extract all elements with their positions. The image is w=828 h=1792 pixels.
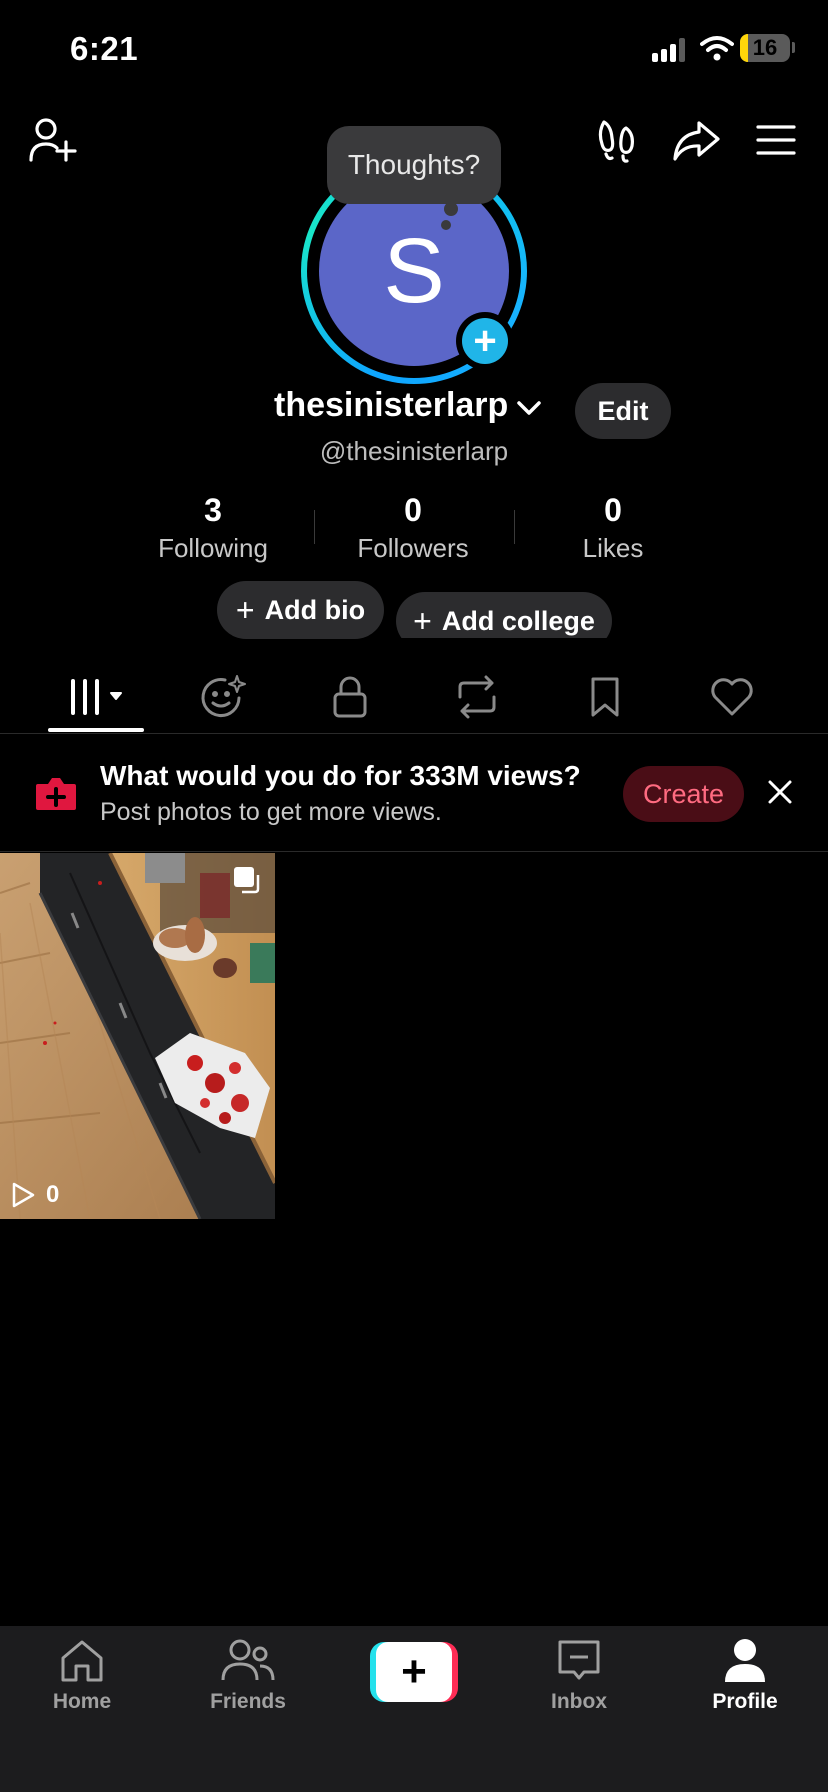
stat-divider bbox=[314, 510, 315, 544]
following-count: 3 bbox=[204, 492, 222, 528]
create-button[interactable]: Create bbox=[623, 766, 744, 822]
battery-icon: 16 bbox=[740, 34, 790, 62]
add-bio-button[interactable]: + Add bio bbox=[217, 581, 384, 639]
view-count-value: 0 bbox=[46, 1181, 60, 1208]
stat-divider bbox=[514, 510, 515, 544]
inbox-icon bbox=[558, 1640, 600, 1680]
nav-friends[interactable]: Friends bbox=[188, 1636, 308, 1714]
add-bio-label: Add bio bbox=[264, 594, 366, 625]
footprints-icon bbox=[598, 120, 634, 163]
share-button[interactable] bbox=[670, 116, 722, 166]
heart-icon bbox=[711, 678, 753, 716]
play-icon bbox=[12, 1182, 35, 1208]
promo-banner: What would you do for 333M views? Post p… bbox=[0, 734, 828, 852]
plus-icon: + bbox=[376, 1642, 452, 1702]
friends-icon bbox=[221, 1639, 275, 1681]
nav-inbox-label: Inbox bbox=[551, 1690, 607, 1713]
likes-count: 0 bbox=[604, 492, 622, 528]
battery-level: 16 bbox=[752, 35, 778, 60]
bookmark-icon bbox=[591, 677, 619, 717]
likes-label: Likes bbox=[582, 533, 644, 563]
video-thumbnail[interactable]: 0 bbox=[0, 853, 275, 1219]
edit-profile-button[interactable]: Edit bbox=[575, 383, 671, 439]
user-handle: @thesinisterlarp bbox=[319, 436, 509, 466]
stat-followers[interactable]: 0 Followers bbox=[323, 492, 503, 564]
videos-grid-icon bbox=[71, 679, 122, 715]
stat-likes[interactable]: 0 Likes bbox=[523, 492, 703, 564]
create-post-button[interactable]: + bbox=[370, 1642, 458, 1702]
plus-icon: + bbox=[462, 318, 508, 364]
add-friend-button[interactable] bbox=[26, 114, 80, 166]
person-plus-icon bbox=[29, 118, 77, 162]
username: thesinisterlarp bbox=[274, 386, 509, 424]
add-college-clip: + Add college bbox=[396, 592, 612, 638]
nav-home[interactable]: Home bbox=[22, 1636, 142, 1714]
following-label: Following bbox=[158, 533, 268, 563]
tab-private[interactable] bbox=[305, 660, 395, 734]
close-icon bbox=[768, 780, 792, 804]
hamburger-menu-icon bbox=[756, 125, 796, 155]
photo-mode-icon bbox=[234, 867, 260, 894]
add-story-button[interactable]: + bbox=[456, 312, 514, 370]
nav-inbox[interactable]: Inbox bbox=[519, 1636, 639, 1714]
share-icon bbox=[673, 121, 720, 161]
account-switcher[interactable]: thesinisterlarp bbox=[274, 386, 542, 425]
plus-icon: + bbox=[235, 591, 255, 628]
photo-plus-icon bbox=[36, 778, 76, 810]
followers-label: Followers bbox=[357, 533, 469, 563]
nav-home-label: Home bbox=[52, 1690, 112, 1713]
status-time: 6:21 bbox=[70, 30, 139, 67]
followers-count: 0 bbox=[404, 492, 422, 528]
close-banner-button[interactable] bbox=[766, 778, 794, 806]
active-tab-indicator bbox=[48, 728, 144, 732]
tab-videos[interactable] bbox=[50, 660, 150, 734]
tab-reposts[interactable] bbox=[432, 660, 522, 734]
add-college-label: Add college bbox=[441, 605, 595, 636]
sparkle-face-icon bbox=[201, 675, 246, 718]
tab-liked[interactable] bbox=[687, 660, 777, 734]
thoughts-tooltip[interactable]: Thoughts? bbox=[327, 126, 501, 204]
profile-tabs bbox=[0, 660, 828, 734]
nav-profile-label: Profile bbox=[712, 1690, 778, 1713]
lock-icon bbox=[333, 676, 367, 718]
video-thumbnail-image bbox=[0, 853, 275, 1219]
footprints-button[interactable] bbox=[594, 116, 640, 166]
tab-ai-self[interactable] bbox=[178, 660, 268, 734]
tooltip-tail bbox=[444, 202, 458, 216]
banner-subtitle: Post photos to get more views. bbox=[100, 798, 442, 826]
signal-icon bbox=[652, 38, 688, 62]
menu-button[interactable] bbox=[754, 120, 798, 160]
status-bar: 6:21 16 bbox=[0, 0, 828, 100]
plus-icon: + bbox=[413, 602, 432, 639]
add-college-button[interactable]: + Add college bbox=[396, 592, 612, 638]
repost-icon bbox=[458, 675, 496, 719]
profile-icon bbox=[725, 1639, 765, 1682]
banner-title: What would you do for 333M views? bbox=[100, 760, 581, 791]
wifi-icon bbox=[700, 36, 734, 61]
tab-saved[interactable] bbox=[560, 660, 650, 734]
tooltip-tail-small bbox=[441, 220, 451, 230]
chevron-down-icon bbox=[517, 400, 542, 415]
nav-friends-label: Friends bbox=[210, 1690, 286, 1713]
battery-nub bbox=[792, 42, 795, 53]
view-count: 0 bbox=[10, 1181, 59, 1209]
nav-profile[interactable]: Profile bbox=[685, 1636, 805, 1714]
home-icon bbox=[61, 1640, 103, 1682]
stat-following[interactable]: 3 Following bbox=[123, 492, 303, 564]
